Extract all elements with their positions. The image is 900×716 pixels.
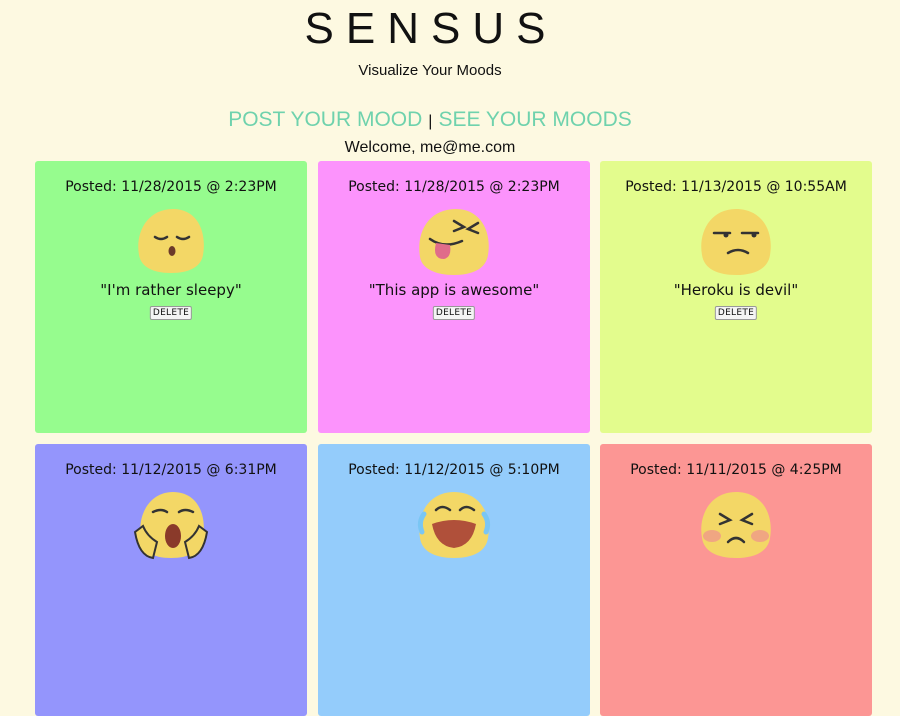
tongue-out-face-icon [419,209,489,275]
screaming-face-icon [133,492,209,560]
posted-date: Posted: 11/28/2015 @ 2:23PM [348,179,560,195]
mood-card: Posted: 11/12/2015 @ 6:31PM [35,444,307,716]
delete-button[interactable]: DELETE [149,306,193,320]
mood-card: Posted: 11/28/2015 @ 2:23PM "This app is… [318,161,590,433]
posted-date: Posted: 11/11/2015 @ 4:25PM [630,462,842,478]
post-mood-link[interactable]: POST YOUR MOOD [228,108,422,131]
unamused-face-icon [701,209,771,275]
posted-date: Posted: 11/13/2015 @ 10:55AM [625,179,847,195]
welcome-text: Welcome, me@me.com [344,139,516,156]
delete-button[interactable]: DELETE [432,306,476,320]
logo: SENSUS [304,4,558,53]
nav-separator: | [428,113,433,130]
posted-date: Posted: 11/12/2015 @ 5:10PM [348,462,560,478]
mood-quote: "Heroku is devil" [673,281,799,299]
mood-card: Posted: 11/28/2015 @ 2:23PM "I'm rather … [35,161,307,433]
mood-quote: "I'm rather sleepy" [100,281,242,299]
mood-quote: "This app is awesome" [368,281,540,299]
loudly-crying-face-icon [417,492,491,558]
mood-card: Posted: 11/12/2015 @ 5:10PM [318,444,590,716]
sleepy-face-icon [138,209,204,273]
mood-card: Posted: 11/11/2015 @ 4:25PM [600,444,872,716]
see-moods-link[interactable]: SEE YOUR MOODS [438,108,631,131]
posted-date: Posted: 11/28/2015 @ 2:23PM [65,179,277,195]
main-nav: POST YOUR MOOD | SEE YOUR MOODS [0,108,860,132]
tagline: Visualize Your Moods [358,62,502,79]
angry-face-icon [701,492,771,558]
delete-button[interactable]: DELETE [714,306,758,320]
posted-date: Posted: 11/12/2015 @ 6:31PM [65,462,277,478]
mood-card: Posted: 11/13/2015 @ 10:55AM "Heroku is … [600,161,872,433]
